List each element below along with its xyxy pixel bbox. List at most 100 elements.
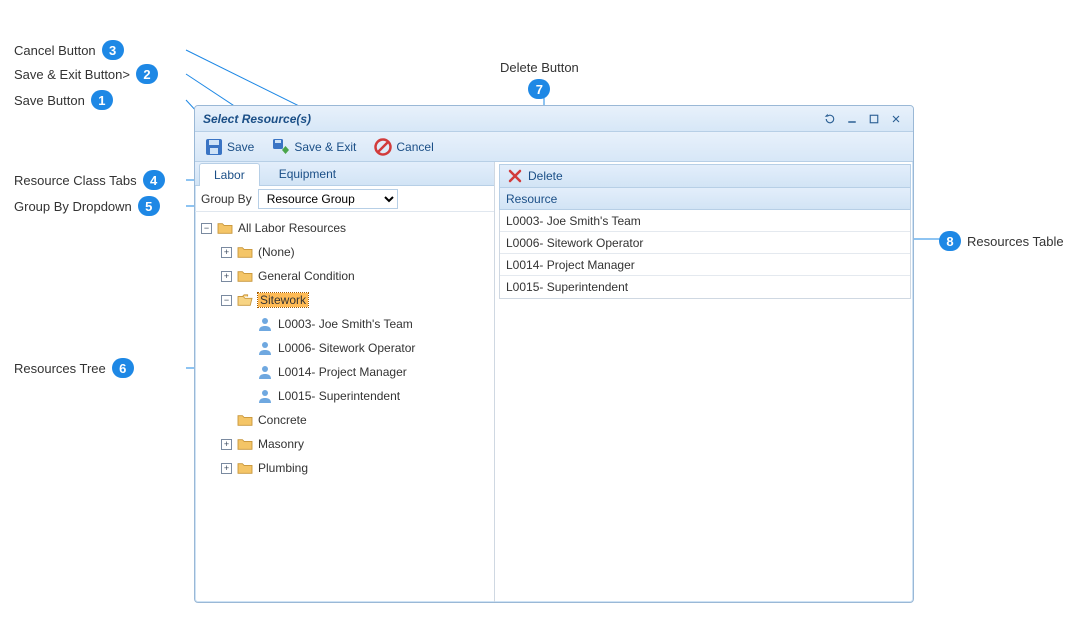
expand-icon[interactable]: + [221, 439, 232, 450]
callout-label: Delete Button [500, 60, 579, 75]
save-exit-button[interactable]: Save & Exit [268, 136, 360, 158]
delete-icon [506, 167, 524, 185]
expand-icon[interactable]: + [221, 247, 232, 258]
save-label: Save [227, 140, 254, 154]
dialog-window: Select Resource(s) Save Save & Exit Canc… [194, 105, 914, 603]
right-pane: Delete Resource L0003- Joe Smith's Team … [495, 162, 913, 602]
tree-item[interactable]: L0003- Joe Smith's Team [197, 312, 492, 336]
callout-save-exit: Save & Exit Button> 2 [14, 64, 158, 84]
folder-icon [216, 219, 234, 237]
save-exit-icon [272, 138, 290, 156]
maximize-icon[interactable] [865, 111, 883, 127]
cell: L0003- Joe Smith's Team [506, 214, 641, 228]
callout-label: Resource Class Tabs [14, 173, 137, 188]
person-icon [256, 339, 274, 357]
callout-label: Cancel Button [14, 43, 96, 58]
tree-label: L0006- Sitework Operator [278, 341, 415, 355]
table-header: Resource [499, 188, 911, 210]
cell: L0015- Superintendent [506, 280, 628, 294]
close-icon[interactable] [887, 111, 905, 127]
callout-tree: Resources Tree 6 [14, 358, 134, 378]
tree-item[interactable]: L0014- Project Manager [197, 360, 492, 384]
callout-delete: Delete Button 7 [500, 60, 579, 99]
expand-icon[interactable]: + [221, 463, 232, 474]
cancel-icon [374, 138, 392, 156]
tree-folder-sitework[interactable]: − Sitework [197, 288, 492, 312]
table-row[interactable]: L0006- Sitework Operator [500, 232, 910, 254]
tree-label: Concrete [258, 413, 307, 427]
tab-label: Labor [214, 168, 245, 182]
person-icon [256, 363, 274, 381]
main-split: Labor Equipment Group By Resource Group … [195, 162, 913, 602]
callout-label: Group By Dropdown [14, 199, 132, 214]
folder-icon [236, 243, 254, 261]
expand-icon[interactable]: + [221, 271, 232, 282]
tree-label: (None) [258, 245, 295, 259]
tree-folder-masonry[interactable]: + Masonry [197, 432, 492, 456]
folder-icon [236, 411, 254, 429]
toolbar: Save Save & Exit Cancel [195, 132, 913, 162]
resource-class-tabs: Labor Equipment [195, 162, 494, 186]
callout-bubble: 4 [143, 170, 165, 190]
tree-folder-plumbing[interactable]: + Plumbing [197, 456, 492, 480]
cell: L0014- Project Manager [506, 258, 635, 272]
left-pane: Labor Equipment Group By Resource Group … [195, 162, 495, 602]
resources-table: L0003- Joe Smith's Team L0006- Sitework … [499, 210, 911, 299]
callout-label: Save Button [14, 93, 85, 108]
tree-folder-none[interactable]: + (None) [197, 240, 492, 264]
collapse-icon[interactable]: − [221, 295, 232, 306]
callout-tabs: Resource Class Tabs 4 [14, 170, 165, 190]
window-title: Select Resource(s) [203, 112, 311, 126]
tree-label: Plumbing [258, 461, 308, 475]
callout-label: Resources Table [967, 234, 1064, 249]
folder-icon [236, 459, 254, 477]
callout-cancel: Cancel Button 3 [14, 40, 124, 60]
tree-folder-concrete[interactable]: Concrete [197, 408, 492, 432]
person-icon [256, 315, 274, 333]
save-exit-label: Save & Exit [294, 140, 356, 154]
person-icon [256, 387, 274, 405]
callout-bubble: 3 [102, 40, 124, 60]
cancel-label: Cancel [396, 140, 433, 154]
titlebar: Select Resource(s) [195, 106, 913, 132]
folder-open-icon [236, 291, 254, 309]
save-icon [205, 138, 223, 156]
collapse-icon[interactable]: − [201, 223, 212, 234]
tab-labor[interactable]: Labor [199, 163, 260, 186]
tab-label: Equipment [279, 167, 336, 181]
tree-label: L0003- Joe Smith's Team [278, 317, 413, 331]
tree-item[interactable]: L0015- Superintendent [197, 384, 492, 408]
folder-icon [236, 435, 254, 453]
table-row[interactable]: L0003- Joe Smith's Team [500, 210, 910, 232]
cell: L0006- Sitework Operator [506, 236, 643, 250]
callout-table: Resources Table 8 [935, 229, 1066, 253]
callout-label: Save & Exit Button> [14, 67, 130, 82]
callout-bubble: 5 [138, 196, 160, 216]
save-button[interactable]: Save [201, 136, 258, 158]
tree-label: L0015- Superintendent [278, 389, 400, 403]
minimize-icon[interactable] [843, 111, 861, 127]
callout-bubble: 8 [939, 231, 961, 251]
callout-label: Resources Tree [14, 361, 106, 376]
table-row[interactable]: L0014- Project Manager [500, 254, 910, 276]
cancel-button[interactable]: Cancel [370, 136, 437, 158]
callout-bubble: 7 [528, 79, 550, 99]
tree-label: All Labor Resources [238, 221, 346, 235]
groupby-dropdown[interactable]: Resource Group [258, 189, 398, 209]
refresh-icon[interactable] [821, 111, 839, 127]
callout-bubble: 2 [136, 64, 158, 84]
table-row[interactable]: L0015- Superintendent [500, 276, 910, 298]
tree-root[interactable]: − All Labor Resources [197, 216, 492, 240]
column-header-resource: Resource [506, 192, 557, 206]
delete-button[interactable]: Delete [528, 169, 563, 183]
tree-label: Masonry [258, 437, 304, 451]
callout-bubble: 6 [112, 358, 134, 378]
groupby-label: Group By [201, 192, 252, 206]
tree-folder-general-condition[interactable]: + General Condition [197, 264, 492, 288]
tree-item[interactable]: L0006- Sitework Operator [197, 336, 492, 360]
resources-tree: − All Labor Resources + (None) + General… [195, 212, 494, 602]
delete-bar: Delete [499, 164, 911, 188]
callout-save: Save Button 1 [14, 90, 113, 110]
tab-equipment[interactable]: Equipment [264, 162, 351, 185]
tree-label: Sitework [258, 293, 308, 307]
